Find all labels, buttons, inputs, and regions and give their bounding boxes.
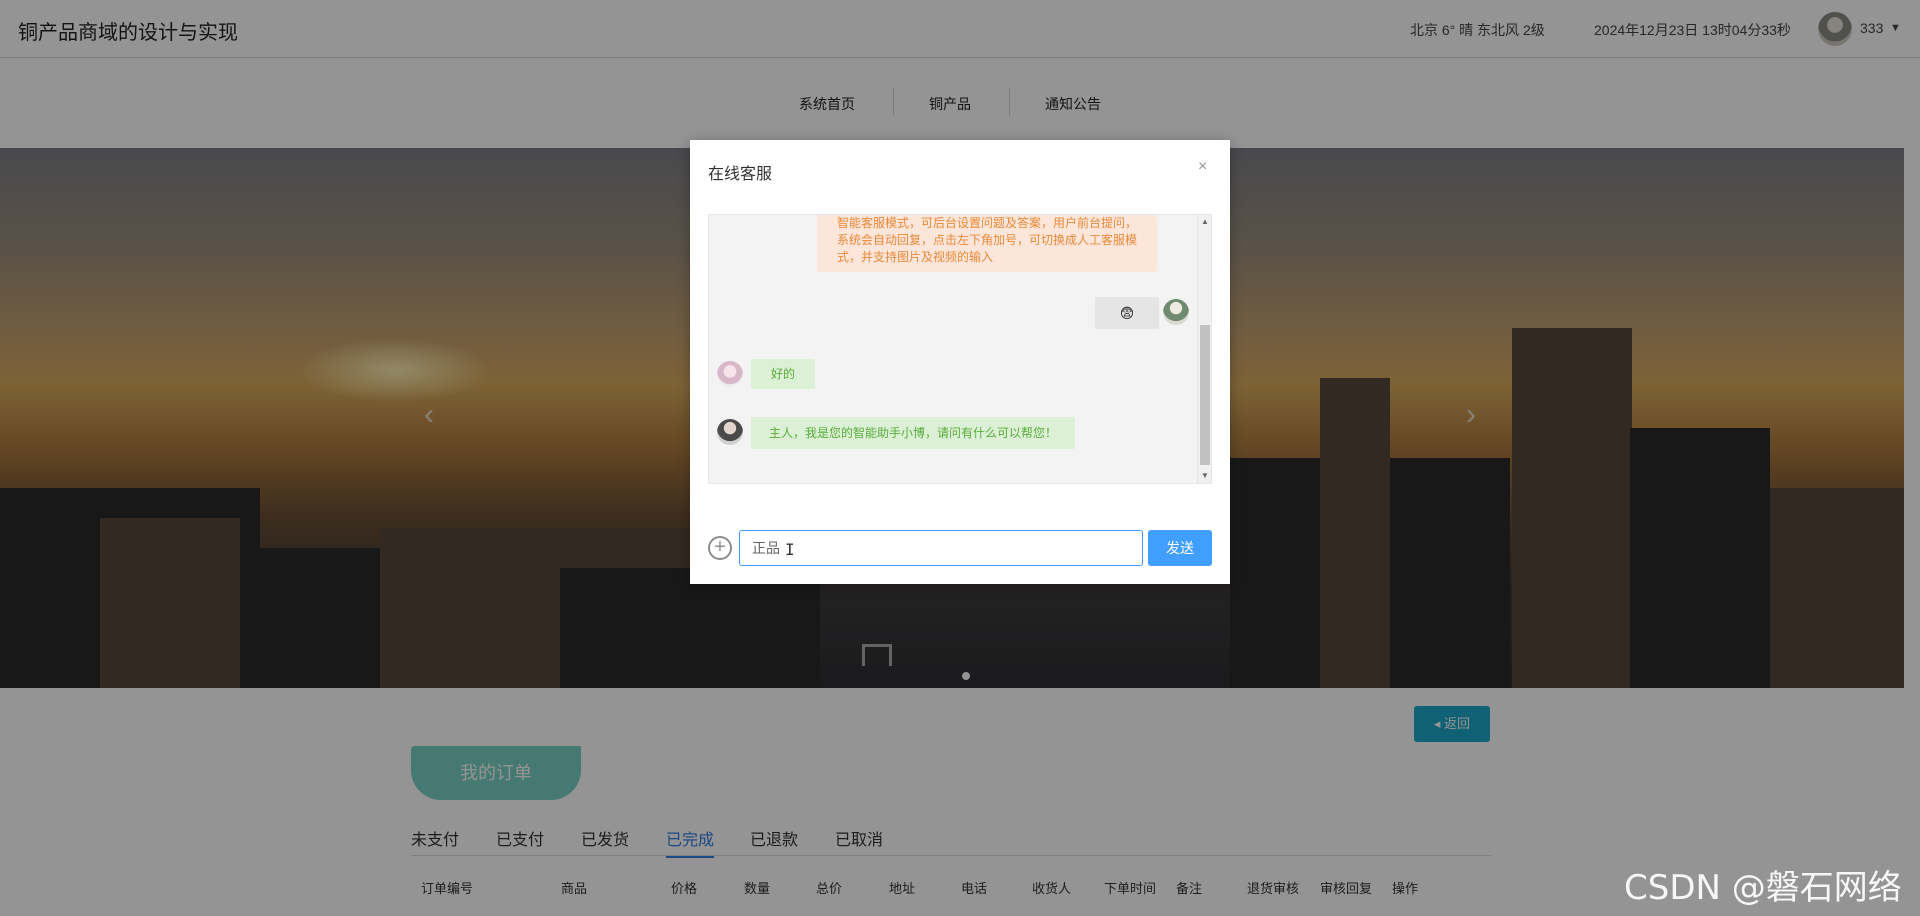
user-message-emoji: 😨 bbox=[1095, 297, 1159, 329]
message-input[interactable] bbox=[739, 530, 1143, 566]
agent-reply-message: 好的 bbox=[751, 359, 815, 389]
add-plus-icon[interactable]: + bbox=[708, 536, 732, 560]
intro-message: 智能客服模式，可后台设置问题及答案，用户前台提问，系统会自动回复，点击左下角加号… bbox=[817, 215, 1157, 272]
scrollbar-thumb[interactable] bbox=[1200, 325, 1210, 465]
chat-message-list[interactable]: 智能客服模式，可后台设置问题及答案，用户前台提问，系统会自动回复，点击左下角加号… bbox=[708, 214, 1212, 484]
csdn-watermark: CSDN @磐石网络 bbox=[1624, 868, 1902, 908]
scroll-down-arrow-icon[interactable]: ▼ bbox=[1201, 471, 1209, 480]
customer-service-dialog: 在线客服 × 智能客服模式，可后台设置问题及答案，用户前台提问，系统会自动回复，… bbox=[690, 140, 1230, 584]
assistant-chat-avatar bbox=[717, 419, 743, 445]
user-chat-avatar bbox=[1163, 299, 1189, 325]
chat-scrollbar[interactable]: ▲ ▼ bbox=[1197, 215, 1211, 483]
agent-chat-avatar bbox=[717, 361, 743, 387]
text-cursor-icon: I bbox=[785, 540, 795, 559]
close-icon[interactable]: × bbox=[1198, 158, 1207, 176]
dialog-title: 在线客服 bbox=[708, 166, 773, 183]
send-button[interactable]: 发送 bbox=[1148, 530, 1212, 566]
assistant-greeting-message: 主人，我是您的智能助手小博，请问有什么可以帮您！ bbox=[751, 417, 1075, 449]
scroll-up-arrow-icon[interactable]: ▲ bbox=[1201, 217, 1209, 226]
